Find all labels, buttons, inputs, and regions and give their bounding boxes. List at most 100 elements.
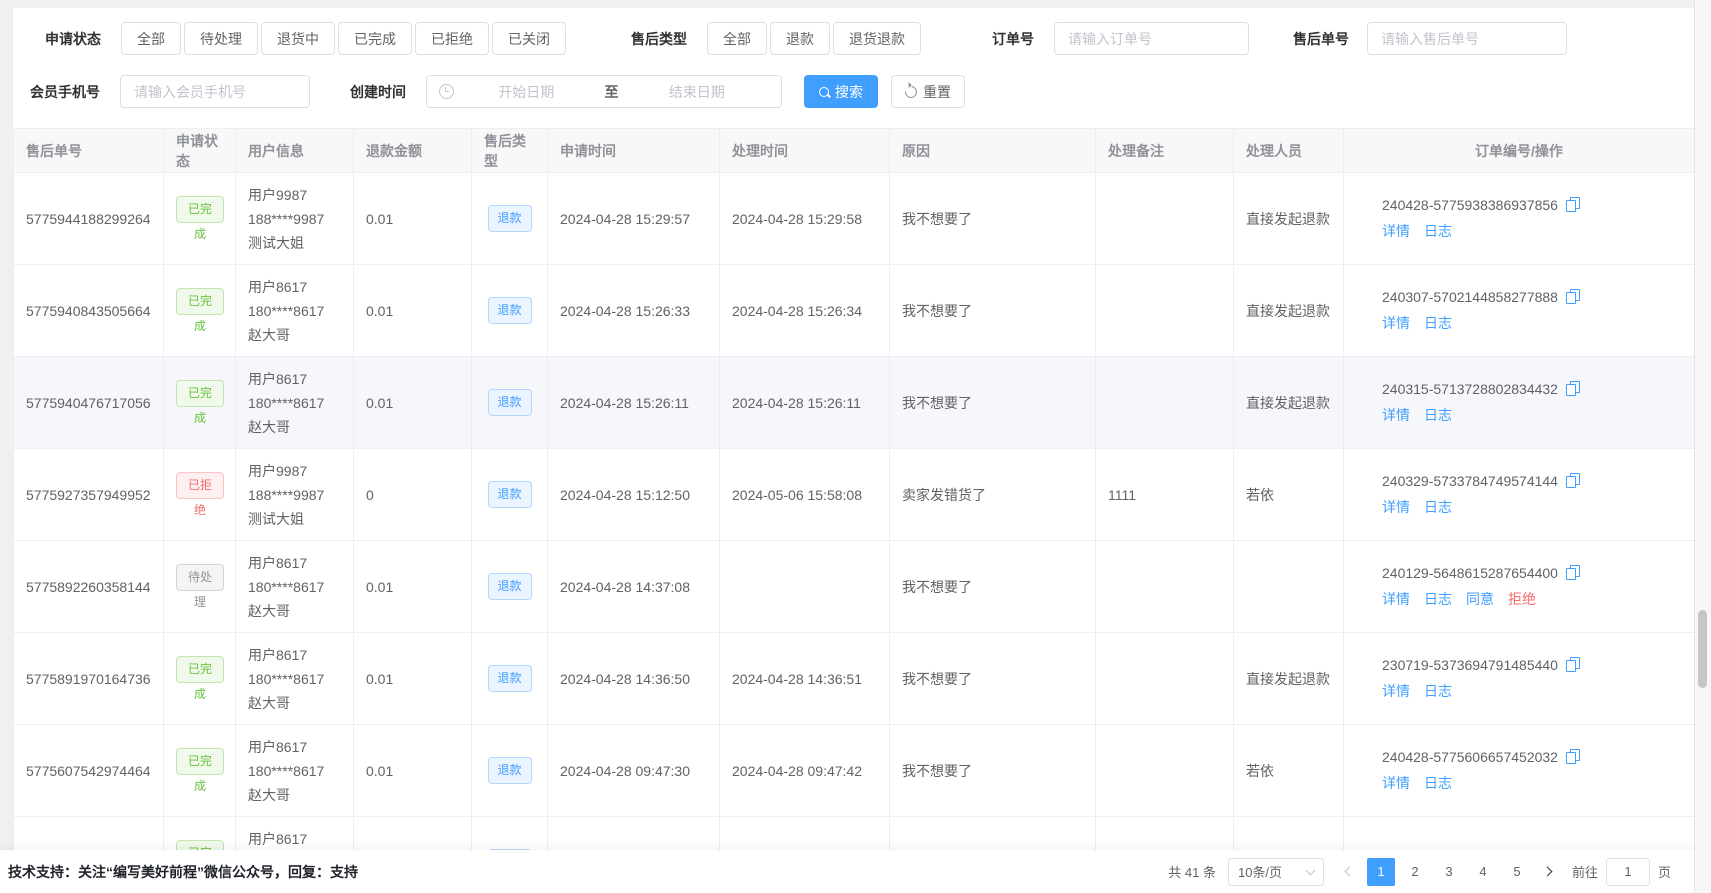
end-date-input[interactable] [625,83,770,101]
total-count: 共 41 条 [1168,862,1216,881]
type-option-button[interactable]: 退款 [770,22,830,55]
user-info-cell: 用户8617180****8617赵大哥 [236,265,354,357]
status-option-button[interactable]: 已关闭 [492,22,566,55]
copy-icon[interactable] [1566,565,1580,580]
user-info-cell: 用户8617180****8617赵大哥 [236,725,354,817]
handler-cell: 直接发起退款 [1234,357,1344,449]
chevron-right-icon [1543,867,1553,877]
refund-amount-cell: 0.01 [354,173,472,265]
action-link[interactable]: 详情 [1382,775,1410,791]
copy-icon[interactable] [1566,473,1580,488]
type-filter-label: 售后类型 [631,29,687,49]
aftersale-id-cell: 5775607542974464 [14,725,164,817]
action-link[interactable]: 详情 [1382,683,1410,699]
reset-button[interactable]: 重置 [891,75,965,108]
user-line: 赵大哥 [248,691,341,715]
user-line: 赵大哥 [248,783,341,807]
apply-time-cell: 2024-04-28 15:26:33 [548,265,720,357]
action-link[interactable]: 拒绝 [1508,591,1536,607]
handler-cell: 直接发起退款 [1234,633,1344,725]
type-option-button[interactable]: 退货退款 [833,22,921,55]
action-link[interactable]: 同意 [1466,591,1494,607]
user-info-cell: 用户8617180****8617赵大哥 [236,541,354,633]
status-option-button[interactable]: 退货中 [261,22,335,55]
action-link[interactable]: 日志 [1424,315,1452,331]
action-link[interactable]: 日志 [1424,683,1452,699]
copy-icon[interactable] [1566,381,1580,396]
order-cell: 240129-5648615287654400 详情日志同意拒绝 [1344,541,1695,633]
order-cell: 240307-5702144858277888详情日志 [1344,265,1695,357]
handle-time-cell [720,541,890,633]
action-link[interactable]: 日志 [1424,591,1452,607]
remark-cell [1096,725,1234,817]
prev-page-button[interactable] [1336,858,1364,886]
status-option-button[interactable]: 已拒绝 [415,22,489,55]
order-line: 240315-5713728802834432 [1382,381,1682,397]
copy-icon[interactable] [1566,197,1580,212]
action-link[interactable]: 详情 [1382,223,1410,239]
copy-icon[interactable] [1566,289,1580,304]
start-date-input[interactable] [454,83,599,101]
page-button[interactable]: 3 [1435,858,1463,886]
copy-icon[interactable] [1566,749,1580,764]
copy-icon[interactable] [1566,657,1580,672]
action-link[interactable]: 详情 [1382,315,1410,331]
next-page-button[interactable] [1534,858,1562,886]
phone-input[interactable] [120,75,310,108]
phone-label: 会员手机号 [30,82,100,102]
page-button[interactable]: 5 [1503,858,1531,886]
type-option-button[interactable]: 全部 [707,22,767,55]
search-button[interactable]: 搜索 [804,75,878,108]
table-row: 5775940843505664已完成用户8617180****8617赵大哥0… [14,265,1695,357]
chevron-left-icon [1345,867,1355,877]
filter-row-2: 会员手机号 创建时间 至 搜索 重置 [30,75,1695,108]
date-range-separator: 至 [599,82,625,102]
page-button[interactable]: 4 [1469,858,1497,886]
type-badge: 退款 [488,757,532,784]
action-link[interactable]: 详情 [1382,591,1410,607]
reason-cell: 我不想要了 [890,725,1096,817]
handler-cell: 直接发起退款 [1234,173,1344,265]
status-option-button[interactable]: 全部 [121,22,181,55]
table-row: 5775607542974464已完成用户8617180****8617赵大哥0… [14,725,1695,817]
status-filter-label: 申请状态 [45,29,101,49]
status-cell: 已完成 [164,633,236,725]
handle-time-cell [720,817,890,851]
order-no-input[interactable] [1054,22,1249,55]
search-button-label: 搜索 [835,82,863,102]
action-link[interactable]: 日志 [1424,775,1452,791]
status-option-button[interactable]: 待处理 [184,22,258,55]
action-link[interactable]: 详情 [1382,407,1410,423]
aftersale-id-cell: 5775892260358144 [14,541,164,633]
scrollbar-thumb[interactable] [1698,610,1707,688]
status-badge: 已完成 [176,748,224,775]
page-button[interactable]: 2 [1401,858,1429,886]
table-header-row: 售后单号申请状态用户信息退款金额售后类型申请时间处理时间原因处理备注处理人员订单… [14,129,1695,173]
action-line: 详情日志 [1382,221,1682,241]
action-link[interactable]: 日志 [1424,223,1452,239]
order-number: 240129-5648615287654400 [1382,565,1558,581]
goto-page: 前往 页 [1572,858,1671,886]
action-link[interactable]: 日志 [1424,499,1452,515]
order-number: 240315-5713728802834432 [1382,381,1558,397]
type-cell: 退款 [472,541,548,633]
type-badge: 退款 [488,205,532,232]
type-filter-group: 全部退款退货退款 [707,22,924,55]
action-link[interactable]: 详情 [1382,499,1410,515]
page-size-select[interactable]: 10条/页 [1228,858,1324,886]
refund-amount-cell: 0.01 [354,357,472,449]
order-line: 240428-5775938386937856 [1382,197,1682,213]
goto-page-input[interactable] [1606,858,1650,886]
reason-cell: 我不想要了 [890,357,1096,449]
aftersale-no-input[interactable] [1367,22,1567,55]
support-text: 技术支持：关注“编写美好前程”微信公众号，回复：支持 [8,862,358,882]
refund-amount-cell: 0.01 [354,633,472,725]
table-row: 5775940476717056已完成用户8617180****8617赵大哥0… [14,357,1695,449]
status-option-button[interactable]: 已完成 [338,22,412,55]
column-header: 原因 [890,129,1096,173]
page-button[interactable]: 1 [1367,858,1395,886]
date-range-picker[interactable]: 至 [426,75,782,108]
aftersale-id-cell: 5775891970164736 [14,633,164,725]
table-row: 5775944188299264已完成用户9987188****9987测试大姐… [14,173,1695,265]
action-link[interactable]: 日志 [1424,407,1452,423]
